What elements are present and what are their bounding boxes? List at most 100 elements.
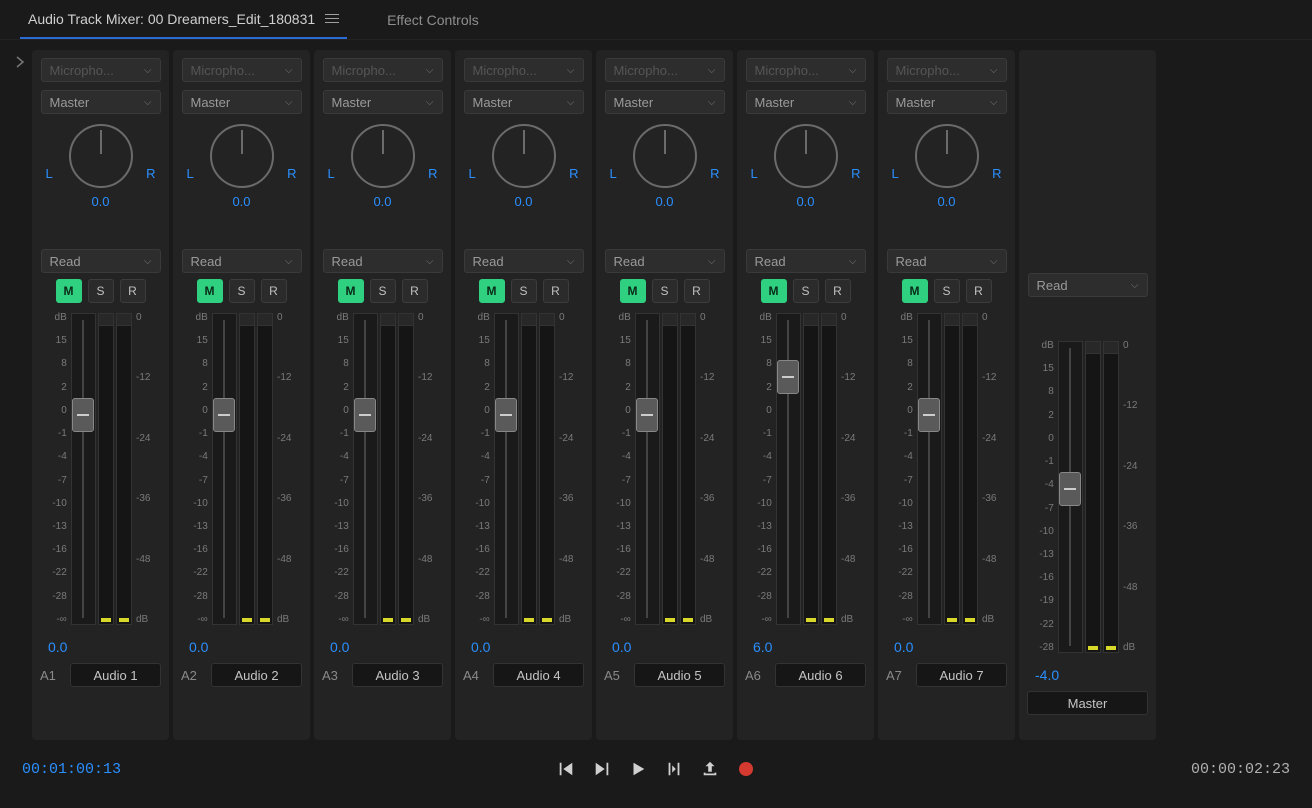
volume-value[interactable]: 0.0 [886,639,913,655]
automation-dropdown[interactable]: Read⌵ [887,249,1007,273]
solo-button[interactable]: S [652,279,678,303]
pan-value[interactable]: 0.0 [232,194,250,209]
mute-button[interactable]: M [620,279,646,303]
automation-dropdown[interactable]: Read⌵ [182,249,302,273]
expand-effects-handle[interactable] [16,50,32,740]
fader-track[interactable] [494,313,519,625]
track-name-field[interactable]: Audio 4 [493,663,584,687]
loop-button[interactable] [663,758,685,780]
automation-dropdown[interactable]: Read⌵ [605,249,725,273]
automation-dropdown[interactable]: Read⌵ [41,249,161,273]
fader-thumb[interactable] [777,360,799,394]
output-dropdown[interactable]: Master⌵ [41,90,161,114]
pan-knob[interactable] [69,124,133,188]
mute-button[interactable]: M [902,279,928,303]
volume-value[interactable]: 0.0 [40,639,67,655]
output-dropdown[interactable]: Master⌵ [182,90,302,114]
pan-knob[interactable] [210,124,274,188]
track-name-field[interactable]: Audio 7 [916,663,1007,687]
fader-thumb[interactable] [213,398,235,432]
play-button[interactable] [627,758,649,780]
fader-track[interactable] [1058,341,1083,653]
fader-thumb[interactable] [495,398,517,432]
track-name-field[interactable]: Audio 2 [211,663,302,687]
record-enable-button[interactable]: R [825,279,851,303]
solo-button[interactable]: S [88,279,114,303]
track-name-field[interactable]: Audio 1 [70,663,161,687]
fader-thumb[interactable] [1059,472,1081,506]
track-name-field[interactable]: Audio 3 [352,663,443,687]
record-enable-button[interactable]: R [684,279,710,303]
input-dropdown[interactable]: Micropho...⌵ [605,58,725,82]
pan-value[interactable]: 0.0 [91,194,109,209]
tab-audio-track-mixer[interactable]: Audio Track Mixer: 00 Dreamers_Edit_1808… [20,0,347,39]
export-button[interactable] [699,758,721,780]
solo-button[interactable]: S [511,279,537,303]
pan-value[interactable]: 0.0 [937,194,955,209]
pan-value[interactable]: 0.0 [514,194,532,209]
fader-thumb[interactable] [72,398,94,432]
solo-button[interactable]: S [793,279,819,303]
input-dropdown[interactable]: Micropho...⌵ [887,58,1007,82]
mute-button[interactable]: M [56,279,82,303]
pan-knob[interactable] [633,124,697,188]
output-dropdown[interactable]: Master⌵ [605,90,725,114]
output-dropdown[interactable]: Master⌵ [323,90,443,114]
automation-dropdown[interactable]: Read⌵ [323,249,443,273]
fader-thumb[interactable] [354,398,376,432]
input-dropdown[interactable]: Micropho...⌵ [746,58,866,82]
input-dropdown[interactable]: Micropho...⌵ [323,58,443,82]
tab-effect-controls[interactable]: Effect Controls [387,12,479,28]
volume-value[interactable]: -4.0 [1027,667,1059,683]
pan-knob[interactable] [774,124,838,188]
fader-track[interactable] [71,313,96,625]
automation-dropdown[interactable]: Read⌵ [1028,273,1148,297]
solo-button[interactable]: S [229,279,255,303]
pan-value[interactable]: 0.0 [796,194,814,209]
mute-button[interactable]: M [479,279,505,303]
timecode-right[interactable]: 00:00:02:23 [1191,761,1290,778]
volume-value[interactable]: 0.0 [181,639,208,655]
mute-button[interactable]: M [197,279,223,303]
go-to-in-point-button[interactable] [555,758,577,780]
fader-track[interactable] [212,313,237,625]
record-enable-button[interactable]: R [402,279,428,303]
output-dropdown[interactable]: Master⌵ [464,90,584,114]
fader-thumb[interactable] [918,398,940,432]
input-dropdown[interactable]: Micropho...⌵ [182,58,302,82]
input-dropdown[interactable]: Micropho...⌵ [41,58,161,82]
pan-value[interactable]: 0.0 [655,194,673,209]
record-enable-button[interactable]: R [120,279,146,303]
track-name-field[interactable]: Audio 5 [634,663,725,687]
fader-track[interactable] [635,313,660,625]
fader-track[interactable] [776,313,801,625]
record-enable-button[interactable]: R [543,279,569,303]
solo-button[interactable]: S [934,279,960,303]
go-to-out-point-button[interactable] [591,758,613,780]
track-name-field[interactable]: Audio 6 [775,663,866,687]
mute-button[interactable]: M [338,279,364,303]
output-dropdown[interactable]: Master⌵ [887,90,1007,114]
pan-value[interactable]: 0.0 [373,194,391,209]
fader-track[interactable] [917,313,942,625]
record-button[interactable] [735,758,757,780]
output-dropdown[interactable]: Master⌵ [746,90,866,114]
track-name-field[interactable]: Master [1027,691,1148,715]
fader-track[interactable] [353,313,378,625]
pan-knob[interactable] [915,124,979,188]
solo-button[interactable]: S [370,279,396,303]
fader-thumb[interactable] [636,398,658,432]
input-dropdown[interactable]: Micropho...⌵ [464,58,584,82]
pan-knob[interactable] [492,124,556,188]
panel-menu-icon[interactable] [325,14,339,23]
record-enable-button[interactable]: R [261,279,287,303]
automation-dropdown[interactable]: Read⌵ [464,249,584,273]
volume-value[interactable]: 0.0 [322,639,349,655]
automation-dropdown[interactable]: Read⌵ [746,249,866,273]
record-enable-button[interactable]: R [966,279,992,303]
timecode-left[interactable]: 00:01:00:13 [22,761,121,778]
volume-value[interactable]: 6.0 [745,639,772,655]
volume-value[interactable]: 0.0 [463,639,490,655]
pan-knob[interactable] [351,124,415,188]
volume-value[interactable]: 0.0 [604,639,631,655]
